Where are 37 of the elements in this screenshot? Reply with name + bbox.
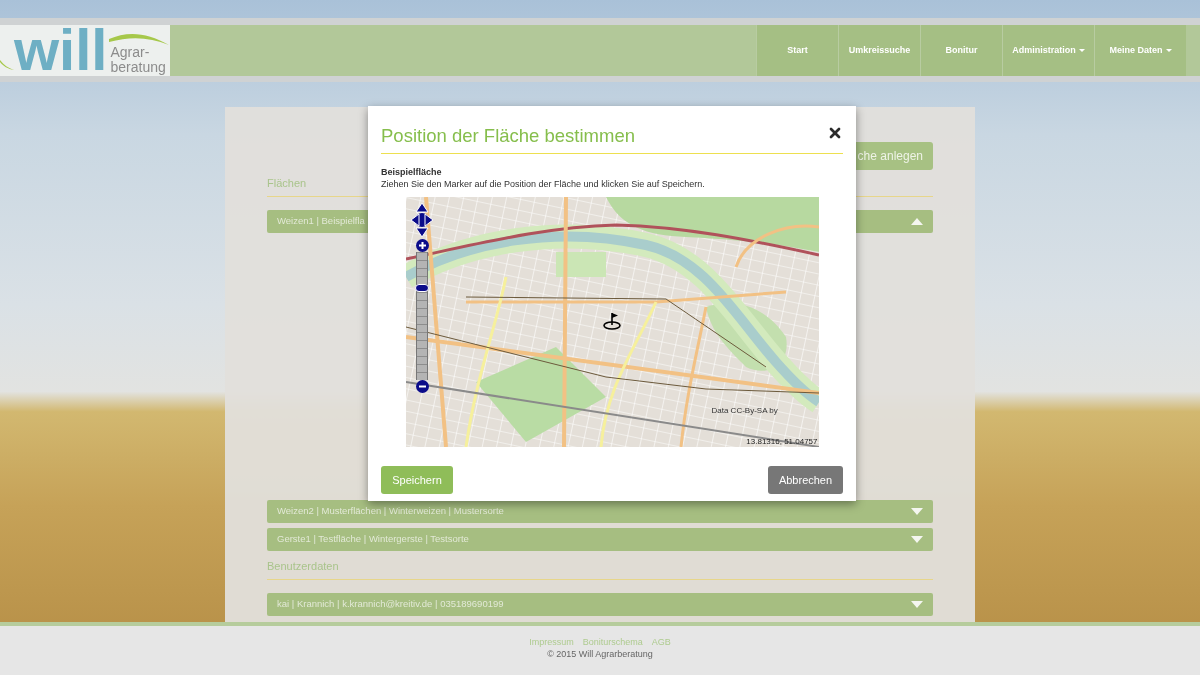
nav-link[interactable]: Umkreissuche <box>838 25 920 76</box>
dialog-instruction: Ziehen Sie den Marker auf die Position der Fläche und klicken Sie auf Speichern. <box>381 178 706 190</box>
flag-marker-icon[interactable] <box>601 312 622 330</box>
pan-control-icon[interactable] <box>410 202 433 238</box>
zoom-out-icon[interactable] <box>415 380 429 393</box>
swoosh-icon <box>109 31 169 45</box>
logo-subtitle: beratung <box>110 60 166 75</box>
accordion-row[interactable]: Gerste1 | Testfläche | Wintergerste | Testsorte <box>267 528 933 551</box>
swoosh-tail-icon <box>0 59 14 71</box>
zoom-in-icon[interactable] <box>415 239 429 252</box>
logo-subtitle: Agrar- <box>110 45 150 60</box>
close-button[interactable] <box>827 125 843 141</box>
section-heading: Benutzerdaten <box>267 559 339 573</box>
close-icon <box>827 125 843 141</box>
map-coordinates: 13.81316, 51.04757 <box>746 437 818 446</box>
footer-link[interactable]: Boniturschema <box>582 636 643 648</box>
map-view[interactable]: Data CC-By-SA by 13.81316, 51.04757 <box>405 197 819 447</box>
zoom-slider-thumb[interactable] <box>415 283 429 292</box>
accordion-label: kai | Krannich | k.krannich@kreitiv.de | 035189690199 <box>277 597 504 612</box>
accordion-row[interactable]: Weizen2 | Musterflächen | Winterweizen | Mustersorte <box>267 500 933 523</box>
section-heading: Flächen <box>267 176 307 190</box>
accordion-label: Weizen2 | Musterflächen | Winterweizen | Mustersorte <box>277 504 504 519</box>
nav-link[interactable]: Start <box>756 25 838 76</box>
dialog-title: Position der Fläche bestimmen <box>381 125 635 147</box>
accordion-label: Gerste1 | Testfläche | Wintergerste | Testsorte <box>277 532 469 547</box>
save-button[interactable]: Speichern <box>381 466 453 494</box>
accordion-label: Weizen1 | Beispielfla <box>277 214 365 229</box>
map-attribution: Data CC-By-SA by <box>711 406 778 415</box>
copyright-text: © 2015 Will Agrarberatung <box>547 648 653 660</box>
nav-link[interactable]: Meine Daten <box>1094 25 1186 76</box>
cancel-button[interactable]: Abbrechen <box>768 466 843 494</box>
footer-link[interactable]: AGB <box>651 636 671 648</box>
dialog-subtitle: Beispielfläche <box>381 166 443 178</box>
nav-link[interactable]: Administration <box>1002 25 1094 76</box>
footer-link[interactable]: Impressum <box>529 636 574 648</box>
accordion-row[interactable]: kai | Krannich | k.krannich@kreitiv.de | 035189690199 <box>267 593 933 616</box>
nav-link[interactable]: Bonitur <box>920 25 1002 76</box>
